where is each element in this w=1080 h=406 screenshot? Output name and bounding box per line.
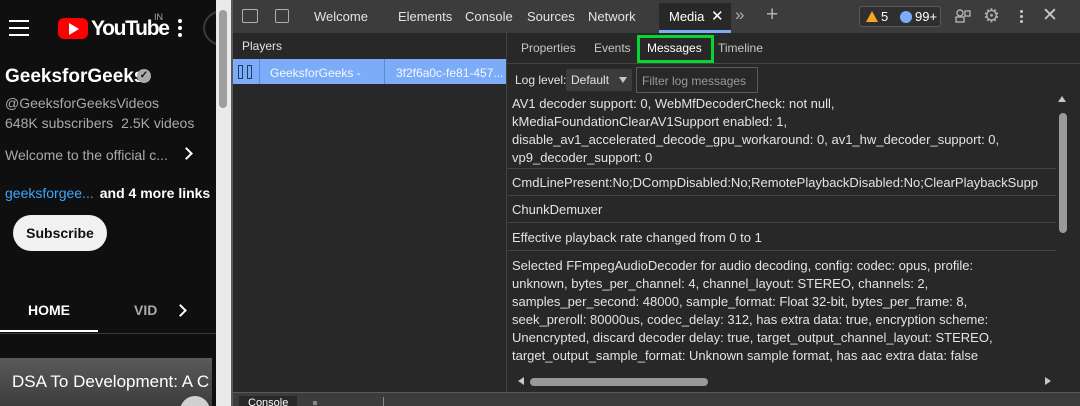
tab-elements[interactable]: Elements (398, 9, 452, 24)
video-count: 2.5K videos (121, 115, 195, 131)
channel-name: GeeksforGeeks (5, 66, 145, 87)
log-message-line: seek_preroll: 80000us, codec_delay: 312,… (512, 312, 989, 327)
issues-count: 99+ (915, 9, 938, 24)
avatar[interactable] (203, 10, 216, 46)
log-message-line: kMediaFoundationClearAV1Support enabled:… (512, 114, 788, 129)
tab-media-label: Media (669, 9, 705, 24)
subtab-events[interactable]: Events (594, 41, 631, 55)
tabs-scroll-right-icon[interactable] (174, 304, 187, 317)
hamburger-menu-icon[interactable] (9, 20, 29, 36)
log-message[interactable]: Effective playback rate changed from 0 t… (507, 223, 1056, 251)
devtools-panel: Welcome Elements Console Sources Network… (233, 0, 1080, 406)
more-links[interactable]: and 4 more links (100, 185, 210, 201)
scroll-left-arrow-icon[interactable] (518, 377, 524, 385)
drawer-tabbar (233, 392, 1080, 406)
scroll-right-arrow-icon[interactable] (1045, 377, 1051, 385)
tabs-divider (0, 333, 216, 334)
drawer-more-icon[interactable] (313, 401, 317, 405)
player-id: 3f2f6a0c-fe81-457... (396, 66, 504, 80)
add-tab-icon[interactable]: + (766, 3, 778, 27)
warning-icon (866, 11, 878, 22)
vertical-scrollbar-thumb[interactable] (1059, 113, 1067, 233)
youtube-panel: YouTube IN GeeksforGeeks ✓ @GeeksforGeek… (0, 0, 216, 406)
drawer-tab-label: Console (248, 397, 289, 406)
tab-sources[interactable]: Sources (527, 9, 575, 24)
more-tabs-icon[interactable]: » (735, 5, 745, 25)
log-message[interactable]: Selected FFmpegAudioDecoder for audio de… (507, 251, 1056, 370)
log-message[interactable]: CmdLinePresent:No;DCompDisabled:No;Remot… (507, 169, 1056, 196)
log-message-line: vp9_decoder_support: 0 (512, 150, 653, 165)
tab-welcome[interactable]: Welcome (314, 9, 368, 24)
players-title: Players (242, 39, 283, 53)
issues-badges[interactable]: 5 99+ (859, 6, 941, 27)
log-message-line: Unencrypted, discard decoder delay: true… (512, 330, 993, 345)
tab-network[interactable]: Network (588, 9, 636, 24)
issues-icon (900, 11, 912, 23)
dropdown-arrow-icon (619, 77, 627, 83)
log-message-line: disable_av1_accelerated_decode_gpu_worka… (512, 132, 1000, 147)
country-code: IN (154, 12, 163, 22)
log-message-line: CmdLinePresent:No;DCompDisabled:No;Remot… (512, 175, 1039, 190)
channel-links: geeksforgee... and 4 more links (5, 185, 210, 201)
page-scrollbar-thumb[interactable] (219, 10, 227, 108)
channel-stats: 648K subscribers 2.5K videos (5, 115, 194, 131)
customize-people-icon[interactable] (955, 8, 971, 24)
video-thumbnail-title: DSA To Development: A C (12, 372, 210, 391)
log-message[interactable]: AV1 decoder support: 0, WebMfDecoderChec… (507, 92, 1056, 169)
subtabs-divider (507, 63, 1080, 64)
warning-count: 5 (881, 9, 889, 24)
channel-description[interactable]: Welcome to the official c... (5, 147, 168, 163)
device-toolbar-icon[interactable] (275, 9, 289, 23)
close-devtools-icon[interactable]: ✕ (1042, 4, 1058, 27)
inspect-element-icon[interactable] (242, 9, 258, 23)
channel-handle: @GeeksforGeeksVideos (5, 95, 160, 111)
log-message-line: target_output_sample_format: Unknown sam… (512, 348, 979, 363)
youtube-logo[interactable]: YouTube (58, 16, 170, 42)
log-message-line: samples_per_second: 48000, sample_format… (512, 294, 968, 309)
pause-icon (238, 65, 254, 79)
tab-home[interactable]: HOME (0, 294, 98, 334)
log-message-line: ChunkDemuxer (512, 202, 603, 217)
tab-console[interactable]: Console (465, 9, 513, 24)
log-message-line: Selected FFmpegAudioDecoder for audio de… (512, 258, 974, 273)
active-tab-indicator (659, 30, 731, 33)
log-message[interactable]: ChunkDemuxer (507, 196, 1056, 223)
subtab-properties[interactable]: Properties (521, 41, 576, 55)
log-message-line: Effective playback rate changed from 0 t… (512, 230, 762, 245)
drawer-close-icon[interactable] (383, 397, 384, 406)
tab-videos[interactable]: VID (134, 294, 157, 326)
scroll-up-arrow-icon[interactable] (1058, 96, 1066, 102)
youtube-play-icon (58, 18, 88, 39)
settings-gear-icon[interactable]: ⚙ (983, 5, 1000, 28)
close-tab-icon[interactable]: ✕ (711, 7, 724, 25)
subscriber-count: 648K subscribers (5, 115, 114, 131)
log-level-value: Default (571, 73, 610, 87)
verified-check-icon: ✓ (137, 69, 151, 83)
chevron-right-icon[interactable] (180, 147, 193, 160)
messages-list: AV1 decoder support: 0, WebMfDecoderChec… (507, 92, 1056, 370)
log-level-label: Log level: (515, 73, 567, 87)
customize-menu-icon[interactable] (1020, 10, 1024, 25)
channel-link[interactable]: geeksforgee... (5, 185, 94, 201)
log-message-line: AV1 decoder support: 0, WebMfDecoderChec… (512, 96, 835, 111)
log-message-line: unknown, bytes_per_channel: 4, channel_l… (512, 276, 929, 291)
screen: YouTube IN GeeksforGeeks ✓ @GeeksforGeek… (0, 0, 1080, 406)
player-name: GeeksforGeeks - (270, 66, 361, 80)
subscribe-button[interactable]: Subscribe (13, 215, 107, 251)
filter-log-placeholder: Filter log messages (642, 74, 747, 88)
horizontal-scrollbar-thumb[interactable] (530, 378, 708, 386)
subtab-messages[interactable]: Messages (647, 41, 702, 55)
subtab-timeline[interactable]: Timeline (718, 41, 763, 55)
tab-home-indicator (0, 330, 98, 332)
more-options-icon[interactable] (178, 19, 184, 40)
